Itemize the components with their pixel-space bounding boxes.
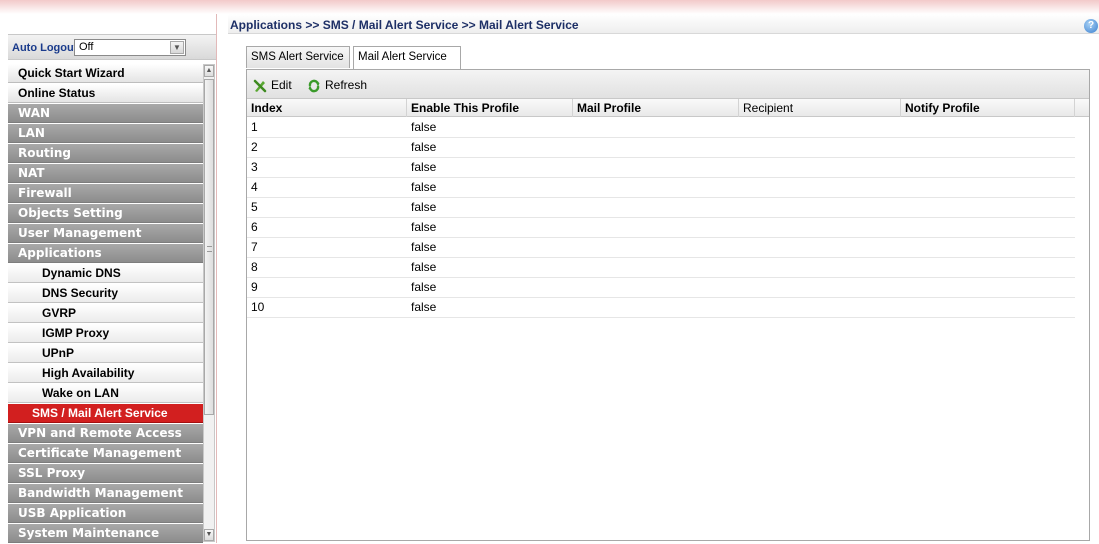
sidebar-item-dynamic-dns[interactable]: Dynamic DNS	[8, 264, 203, 283]
cell-index: 10	[251, 300, 265, 314]
sidebar-item-nat[interactable]: NAT	[8, 164, 203, 183]
table-body: 1 false 2 false 3 false 4 false 5 false 6 false 7 fal…	[247, 118, 1075, 318]
cell-index: 8	[251, 260, 258, 274]
column-header-enable[interactable]: Enable This Profile	[407, 99, 573, 117]
scroll-down-icon[interactable]: ▼	[204, 529, 214, 541]
cell-enable: false	[411, 180, 437, 194]
scroll-up-icon[interactable]: ▲	[204, 65, 214, 77]
table-row[interactable]: 5 false	[247, 198, 1075, 218]
sidebar-item-certificate-management[interactable]: Certificate Management	[8, 444, 203, 463]
refresh-button[interactable]: Refresh	[307, 77, 367, 93]
sidebar-item-user-management[interactable]: User Management	[8, 224, 203, 243]
cell-enable: false	[411, 200, 437, 214]
sidebar-header-space	[8, 14, 216, 34]
help-icon[interactable]: ?	[1084, 19, 1098, 33]
table-row[interactable]: 2 false	[247, 138, 1075, 158]
auto-logout-bar: Auto Logout : Off ▼	[8, 34, 216, 60]
scrollbar-thumb[interactable]	[204, 79, 214, 415]
auto-logout-select[interactable]: Off ▼	[74, 39, 186, 56]
table-row[interactable]: 8 false	[247, 258, 1075, 278]
table-row[interactable]: 9 false	[247, 278, 1075, 298]
sidebar-item-ssl-proxy[interactable]: SSL Proxy	[8, 464, 203, 483]
column-header-mail-profile[interactable]: Mail Profile	[573, 99, 739, 117]
breadcrumb: Applications >> SMS / Mail Alert Service…	[228, 14, 1099, 34]
table-row[interactable]: 7 false	[247, 238, 1075, 258]
cell-enable: false	[411, 240, 437, 254]
column-header-recipient[interactable]: Recipient	[739, 99, 901, 117]
table-row[interactable]: 6 false	[247, 218, 1075, 238]
toolbar: Edit Refresh	[247, 70, 1089, 99]
sidebar-item-wake-on-lan[interactable]: Wake on LAN	[8, 384, 203, 403]
sidebar-item-high-availability[interactable]: High Availability	[8, 364, 203, 383]
tab-sms-alert-service[interactable]: SMS Alert Service	[246, 46, 350, 68]
cell-index: 6	[251, 220, 258, 234]
table-row[interactable]: 10 false	[247, 298, 1075, 318]
sidebar-item-objects-setting[interactable]: Objects Setting	[8, 204, 203, 223]
sidebar-item-sms-mail-alert-service[interactable]: SMS / Mail Alert Service	[8, 404, 203, 423]
edit-button[interactable]: Edit	[253, 77, 292, 93]
edit-icon	[253, 79, 267, 93]
sidebar-item-dns-security[interactable]: DNS Security	[8, 284, 203, 303]
mail-alert-panel: Edit Refresh Index Enable This Profile M…	[246, 69, 1090, 541]
cell-index: 2	[251, 140, 258, 154]
sidebar-item-vpn-and-remote-access[interactable]: VPN and Remote Access	[8, 424, 203, 443]
sidebar-item-routing[interactable]: Routing	[8, 144, 203, 163]
cell-index: 4	[251, 180, 258, 194]
main-content: Applications >> SMS / Mail Alert Service…	[228, 14, 1099, 543]
sidebar-item-lan[interactable]: LAN	[8, 124, 203, 143]
sidebar-item-quick-start-wizard[interactable]: Quick Start Wizard	[8, 64, 203, 83]
top-banner	[0, 0, 1099, 14]
sidebar-item-usb-application[interactable]: USB Application	[8, 504, 203, 523]
sidebar: Auto Logout : Off ▼ Quick Start Wizard On…	[8, 14, 217, 543]
sidebar-item-system-maintenance[interactable]: System Maintenance	[8, 524, 203, 543]
sidebar-item-applications[interactable]: Applications	[8, 244, 203, 263]
cell-enable: false	[411, 280, 437, 294]
table-row[interactable]: 3 false	[247, 158, 1075, 178]
cell-index: 7	[251, 240, 258, 254]
refresh-icon	[308, 79, 320, 93]
refresh-label: Refresh	[325, 78, 368, 92]
breadcrumb-text: Applications >> SMS / Mail Alert Service…	[230, 18, 579, 32]
cell-enable: false	[411, 300, 437, 314]
sidebar-item-firewall[interactable]: Firewall	[8, 184, 203, 203]
cell-index: 5	[251, 200, 258, 214]
cell-enable: false	[411, 220, 437, 234]
sidebar-scrollbar[interactable]: ▲ ▼	[203, 64, 215, 542]
sidebar-item-igmp-proxy[interactable]: IGMP Proxy	[8, 324, 203, 343]
column-header-notify-profile[interactable]: Notify Profile	[901, 99, 1075, 117]
table-header: Index Enable This Profile Mail Profile R…	[247, 99, 1089, 117]
cell-enable: false	[411, 120, 437, 134]
cell-index: 3	[251, 160, 258, 174]
cell-index: 9	[251, 280, 258, 294]
sidebar-item-wan[interactable]: WAN	[8, 104, 203, 123]
cell-index: 1	[251, 120, 258, 134]
table-row[interactable]: 1 false	[247, 118, 1075, 138]
sidebar-item-online-status[interactable]: Online Status	[8, 84, 203, 103]
sidebar-item-bandwidth-management[interactable]: Bandwidth Management	[8, 484, 203, 503]
auto-logout-value: Off	[79, 41, 94, 53]
cell-enable: false	[411, 140, 437, 154]
edit-label: Edit	[271, 78, 292, 92]
column-header-spacer	[1075, 99, 1089, 117]
chevron-down-icon[interactable]: ▼	[170, 41, 184, 54]
column-header-index[interactable]: Index	[247, 99, 407, 117]
table-row[interactable]: 4 false	[247, 178, 1075, 198]
tab-mail-alert-service[interactable]: Mail Alert Service	[353, 46, 461, 69]
sidebar-item-gvrp[interactable]: GVRP	[8, 304, 203, 323]
cell-enable: false	[411, 160, 437, 174]
sidebar-item-upnp[interactable]: UPnP	[8, 344, 203, 363]
grip-icon	[207, 246, 212, 252]
cell-enable: false	[411, 260, 437, 274]
sidebar-menu: Quick Start Wizard Online Status WAN LAN Rou…	[8, 64, 203, 544]
